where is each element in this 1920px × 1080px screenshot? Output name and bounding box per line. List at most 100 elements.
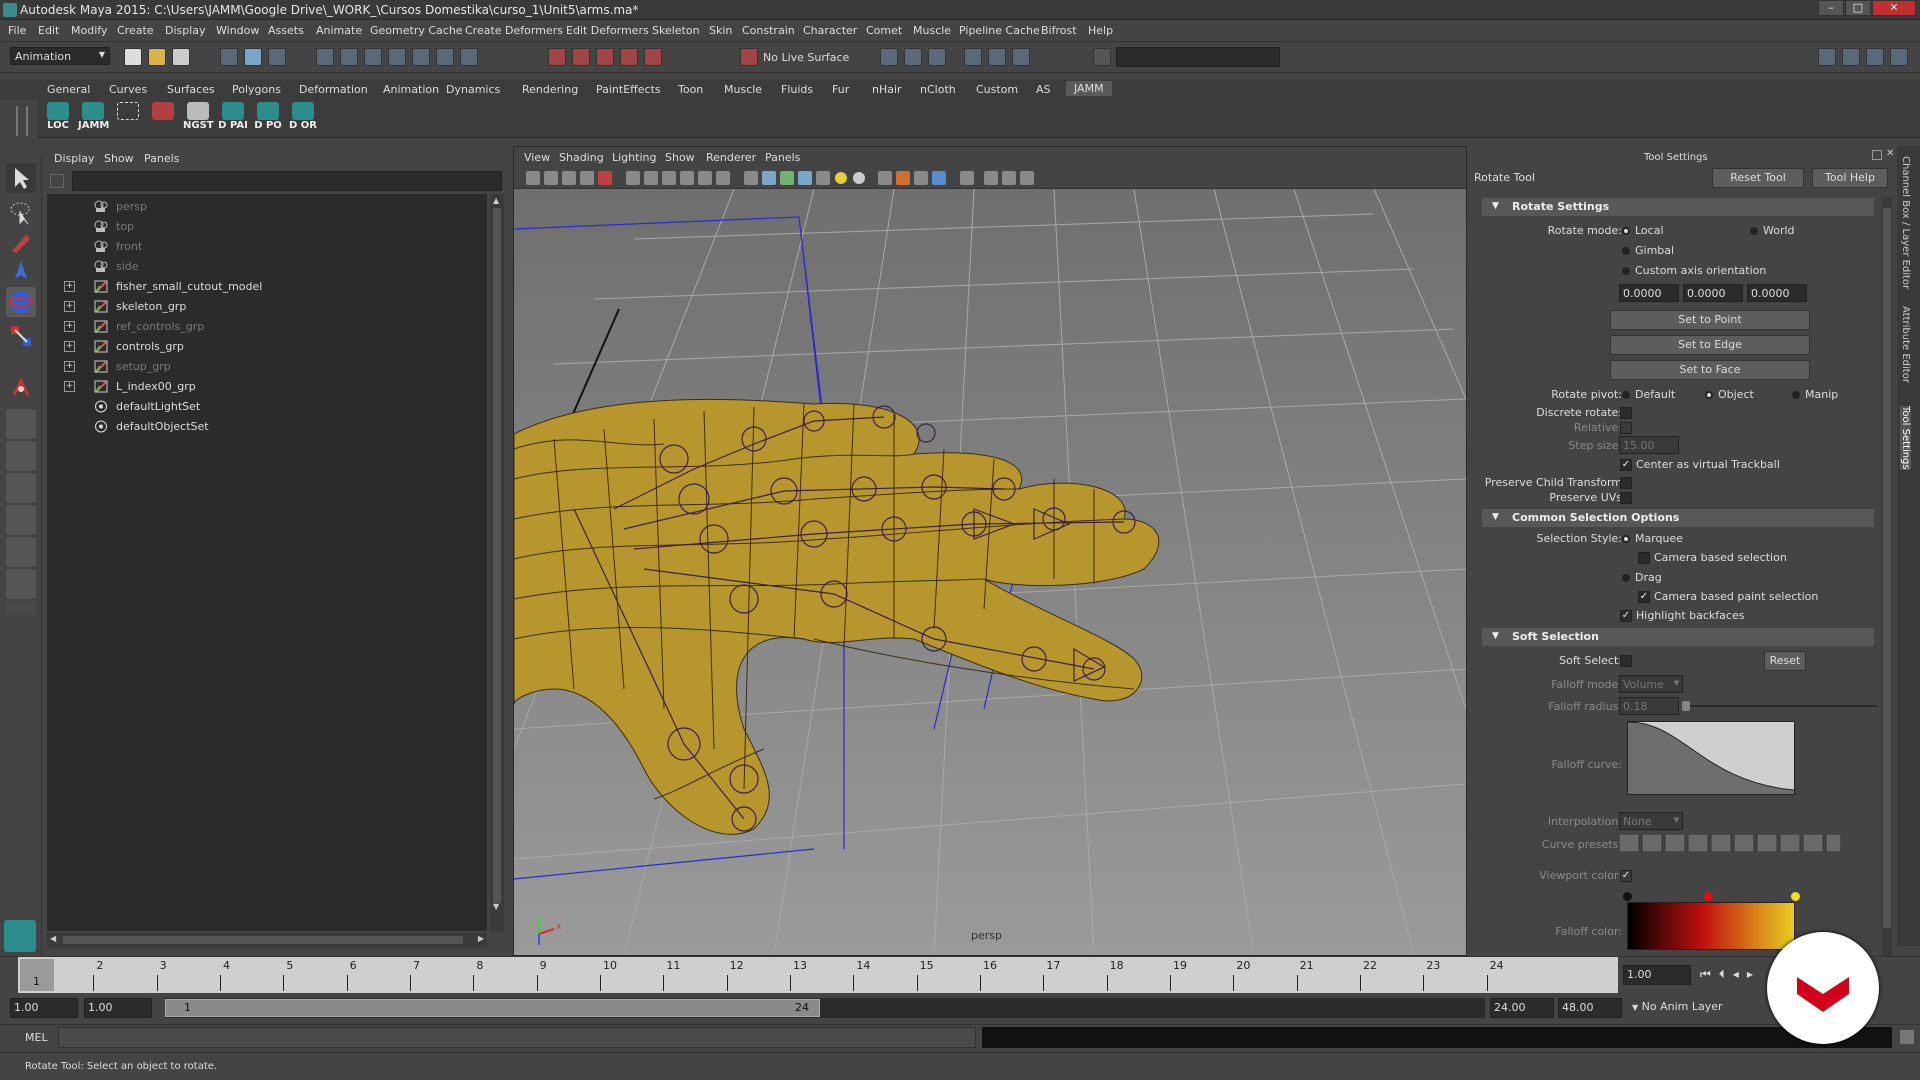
- shelf-tab-general[interactable]: General: [47, 83, 90, 96]
- shelf-button-loc[interactable]: LOC: [43, 102, 73, 134]
- expand-icon[interactable]: +: [64, 301, 75, 312]
- select-component-icon[interactable]: [268, 48, 286, 66]
- menu-muscle[interactable]: Muscle: [913, 24, 951, 37]
- ipr-render-icon[interactable]: [572, 48, 590, 66]
- expand-icon[interactable]: +: [64, 381, 75, 392]
- highlight-backfaces-checkbox[interactable]: ✓: [1620, 610, 1632, 622]
- layout-icon-2[interactable]: [1012, 48, 1030, 66]
- shelf-tab-as[interactable]: AS: [1036, 83, 1051, 96]
- shelf-tab-deformation[interactable]: Deformation: [299, 83, 368, 96]
- snap-curve-icon[interactable]: [340, 48, 358, 66]
- persp-graph-layout-icon[interactable]: [6, 505, 36, 535]
- falloff-mode-dropdown[interactable]: Volume ▼: [1619, 675, 1683, 693]
- hypershade-layout-icon[interactable]: [6, 537, 36, 567]
- history-icon[interactable]: [436, 48, 454, 66]
- time-slider[interactable]: 123456789101112131415161718192021222324 …: [0, 956, 1920, 993]
- save-scene-icon[interactable]: [172, 48, 190, 66]
- shelf-tab-painteffects[interactable]: PaintEffects: [596, 83, 661, 96]
- snap-view-plane-icon[interactable]: [388, 48, 406, 66]
- expand-icon[interactable]: +: [64, 321, 75, 332]
- outliner-item[interactable]: + setup_grp: [47, 358, 487, 376]
- expand-icon[interactable]: +: [64, 281, 75, 292]
- new-scene-icon[interactable]: [124, 48, 142, 66]
- select-tool-icon[interactable]: [6, 163, 36, 193]
- shelf-button-paint[interactable]: [148, 102, 178, 134]
- marquee-radio[interactable]: [1622, 535, 1630, 543]
- side-tab-tool-settings[interactable]: Tool Settings: [1900, 406, 1911, 470]
- viewport-menu-lighting[interactable]: Lighting: [612, 151, 656, 164]
- menu-help[interactable]: Help: [1088, 24, 1113, 37]
- soft-selection-header[interactable]: ▼ Soft Selection: [1482, 628, 1874, 646]
- outliner-filter-input[interactable]: [72, 171, 502, 191]
- playback-end-field[interactable]: 24.00: [1490, 998, 1554, 1018]
- render-settings-icon[interactable]: [596, 48, 614, 66]
- center-trackball-checkbox[interactable]: ✓: [1620, 459, 1632, 471]
- maximize-button[interactable]: □: [1845, 0, 1871, 16]
- expand-icon[interactable]: +: [64, 361, 75, 372]
- outliner-item[interactable]: defaultObjectSet: [47, 418, 487, 436]
- set-to-point-button[interactable]: Set to Point: [1610, 310, 1810, 330]
- relative-checkbox[interactable]: [1620, 422, 1632, 434]
- range-track[interactable]: 1 24: [165, 998, 1485, 1018]
- panel-toolbar-icons[interactable]: [514, 167, 1466, 189]
- outliner-item[interactable]: + controls_grp: [47, 338, 487, 356]
- axis-z-field[interactable]: 0.0000: [1747, 284, 1807, 302]
- outliner-filter-toggle[interactable]: [50, 174, 64, 188]
- drag-radio[interactable]: [1622, 574, 1630, 582]
- panel-layout-icon-3[interactable]: [1866, 48, 1884, 66]
- shelf-button-ngst[interactable]: NGST: [183, 102, 214, 134]
- viewport-menu-view[interactable]: View: [524, 151, 550, 164]
- command-input[interactable]: [58, 1027, 976, 1048]
- outliner-item[interactable]: side: [47, 258, 487, 276]
- expand-icon[interactable]: +: [64, 341, 75, 352]
- discrete-rotate-checkbox[interactable]: [1620, 407, 1632, 419]
- panel-layout-icon-4[interactable]: [1890, 48, 1908, 66]
- outliner-menu-display[interactable]: Display: [54, 152, 95, 165]
- shelf-tab-dynamics[interactable]: Dynamics: [446, 83, 500, 96]
- scrollbar-thumb[interactable]: [1883, 208, 1891, 928]
- select-object-icon[interactable]: [244, 48, 262, 66]
- viewport-scene[interactable]: x persp: [514, 189, 1466, 955]
- camera-paint-selection-checkbox[interactable]: ✓: [1638, 591, 1650, 603]
- playback-start-field[interactable]: 1.00: [84, 998, 152, 1018]
- minimize-button[interactable]: –: [1818, 0, 1844, 16]
- common-selection-header[interactable]: ▼ Common Selection Options: [1482, 509, 1874, 527]
- menu-skeleton[interactable]: Skeleton: [652, 24, 700, 37]
- outliner-item[interactable]: top: [47, 218, 487, 236]
- render-icon[interactable]: [548, 48, 566, 66]
- menu-geometry-cache[interactable]: Geometry Cache: [370, 24, 463, 37]
- outliner-vertical-scrollbar[interactable]: ▲ ▼: [490, 194, 504, 931]
- shelf-tab-fur[interactable]: Fur: [832, 83, 849, 96]
- axis-y-field[interactable]: 0.0000: [1683, 284, 1743, 302]
- slider-handle[interactable]: [1682, 701, 1690, 711]
- menu-create[interactable]: Create: [117, 24, 154, 37]
- manipulator-tool-icon[interactable]: [6, 373, 36, 403]
- side-tab-channel-box[interactable]: Channel Box / Layer Editor: [1900, 156, 1911, 289]
- quick-input-field[interactable]: [1116, 47, 1280, 67]
- menu-file[interactable]: File: [8, 24, 26, 37]
- rotate-mode-local-radio[interactable]: [1622, 227, 1630, 235]
- menu-skin[interactable]: Skin: [709, 24, 732, 37]
- close-button[interactable]: ✕: [1872, 0, 1916, 16]
- make-live-icon[interactable]: [412, 48, 430, 66]
- falloff-curve-graph[interactable]: [1627, 721, 1795, 795]
- select-hierarchy-icon[interactable]: [220, 48, 238, 66]
- channel-box-toggle-icon[interactable]: [880, 48, 898, 66]
- outliner-item[interactable]: + ref_controls_grp: [47, 318, 487, 336]
- shelf-tab-animation[interactable]: Animation: [383, 83, 439, 96]
- lasso-tool-icon[interactable]: [6, 197, 36, 227]
- soft-select-reset-button[interactable]: Reset: [1764, 651, 1806, 671]
- custom-axis-radio[interactable]: [1622, 267, 1630, 275]
- shelf-tab-jamm[interactable]: JAMM: [1066, 81, 1112, 96]
- sidebar-toggle-icon[interactable]: [964, 48, 982, 66]
- current-time-field[interactable]: 1.00: [1623, 965, 1691, 985]
- ramp-marker-black[interactable]: [1623, 892, 1632, 901]
- ramp-marker-red[interactable]: [1704, 892, 1713, 901]
- outliner-item[interactable]: + skeleton_grp: [47, 298, 487, 316]
- viewport-menu-renderer[interactable]: Renderer: [706, 151, 756, 164]
- four-view-layout-icon[interactable]: [6, 441, 36, 471]
- camera-based-selection-checkbox[interactable]: [1638, 552, 1650, 564]
- shelf-tab-surfaces[interactable]: Surfaces: [167, 83, 215, 96]
- shelf-tab-polygons[interactable]: Polygons: [232, 83, 281, 96]
- persp-outliner-layout-icon[interactable]: [6, 473, 36, 503]
